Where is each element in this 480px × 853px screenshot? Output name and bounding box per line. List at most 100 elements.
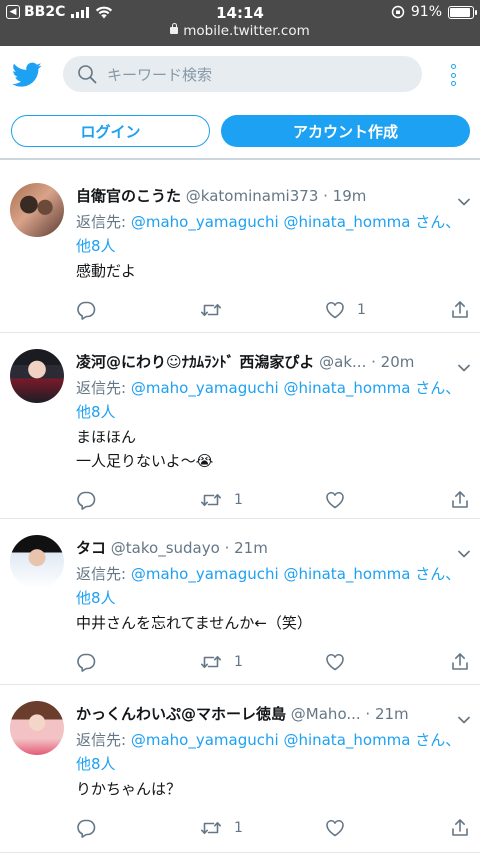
reply-others-link[interactable]: 他8人 [76, 237, 116, 255]
reply-prefix: 返信先: [76, 731, 127, 749]
reply-others-link[interactable]: 他8人 [76, 755, 116, 773]
login-button[interactable]: ログイン [11, 115, 210, 147]
avatar[interactable] [10, 535, 64, 589]
timestamp[interactable]: 21m [375, 705, 409, 723]
retweet-button[interactable] [200, 299, 234, 321]
retweet-icon [200, 652, 222, 672]
signup-button[interactable]: アカウント作成 [221, 115, 470, 147]
orientation-lock-icon [391, 5, 405, 19]
chevron-down-icon[interactable] [458, 191, 470, 206]
user-handle[interactable]: @Maho... [291, 705, 361, 723]
lock-icon [170, 23, 179, 34]
tweet-text-line: まほほん [76, 428, 137, 446]
battery-percent: 91% [410, 4, 442, 20]
browser-status-bar: ◀ BB2C 14:14 91% mobile.twitter.com [0, 0, 480, 46]
reply-button[interactable] [76, 299, 96, 321]
heart-icon [325, 652, 345, 672]
reply-icon [76, 300, 96, 320]
reply-button[interactable] [76, 817, 96, 839]
twitter-bird-icon[interactable] [12, 62, 42, 88]
reply-suffix: さん、 [415, 213, 461, 231]
heart-icon [325, 300, 345, 320]
reply-context: 返信先: @maho_yamaguchi @hinata_homma さん、 他8… [76, 562, 466, 610]
tweet-text-line: 一人足りないよ〜😭 [76, 452, 214, 470]
url-text: mobile.twitter.com [183, 23, 310, 39]
tweet-text: りかちゃんは？ [76, 777, 466, 801]
tweet-actions: 1 [76, 817, 468, 839]
reply-button[interactable] [76, 489, 96, 511]
tweet[interactable]: タコ @tako_sudayo · 21m 返信先: @maho_yamaguch… [0, 519, 480, 685]
retweet-button[interactable]: 1 [200, 651, 243, 673]
header-divider [0, 158, 480, 160]
tweet-header: タコ @tako_sudayo · 21m [76, 537, 450, 558]
user-handle[interactable]: @ak... [319, 353, 366, 371]
url-bar[interactable]: mobile.twitter.com [0, 23, 480, 39]
reply-prefix: 返信先: [76, 379, 127, 397]
search-input[interactable]: キーワード検索 [63, 56, 422, 92]
like-button[interactable] [325, 817, 357, 839]
retweet-icon [200, 818, 222, 838]
like-button[interactable] [325, 651, 357, 673]
mention-link[interactable]: @maho_yamaguchi [131, 565, 279, 583]
tweet-text-line: りかちゃんは？ [76, 780, 182, 798]
chevron-down-icon[interactable] [458, 709, 470, 724]
timestamp[interactable]: 21m [234, 539, 268, 557]
more-vertical-icon[interactable] [449, 64, 457, 86]
display-name[interactable]: 自衛官のこうた [76, 187, 181, 205]
share-icon [450, 652, 470, 672]
tweet-header: かっくんわいぷ@マホーレ徳島 @Maho... · 21m [76, 703, 450, 724]
reply-suffix: さん、 [415, 379, 461, 397]
reply-suffix: さん、 [415, 565, 461, 583]
tweet-text: まほほん一人足りないよ〜😭 [76, 425, 466, 473]
reply-suffix: さん、 [415, 731, 461, 749]
like-button[interactable] [325, 489, 357, 511]
timestamp[interactable]: 20m [381, 353, 415, 371]
user-handle[interactable]: @katominami373 [186, 187, 319, 205]
display-name[interactable]: タコ [76, 539, 106, 557]
tweet-text-line: 中井さんを忘れてませんか←（笑） [76, 614, 312, 632]
reply-others-link[interactable]: 他8人 [76, 403, 116, 421]
share-button[interactable] [450, 489, 470, 511]
mention-link[interactable]: @hinata_homma [283, 379, 410, 397]
avatar[interactable] [10, 183, 64, 237]
reply-button[interactable] [76, 651, 96, 673]
mention-link[interactable]: @maho_yamaguchi [131, 213, 279, 231]
reply-icon [76, 490, 96, 510]
tweet-text-line: 感動だよ [76, 262, 137, 280]
user-handle[interactable]: @tako_sudayo [111, 539, 220, 557]
mention-link[interactable]: @hinata_homma [283, 565, 410, 583]
retweet-button[interactable]: 1 [200, 817, 243, 839]
timestamp[interactable]: 19m [333, 187, 367, 205]
reply-prefix: 返信先: [76, 213, 127, 231]
avatar[interactable] [10, 349, 64, 403]
share-button[interactable] [450, 299, 470, 321]
display-name[interactable]: かっくんわいぷ@マホーレ徳島 [76, 705, 286, 723]
tweet-actions: 1 [76, 651, 468, 673]
tweet-text: 中井さんを忘れてませんか←（笑） [76, 611, 466, 635]
like-count: 1 [357, 302, 366, 318]
reply-others-link[interactable]: 他8人 [76, 589, 116, 607]
like-button[interactable]: 1 [325, 299, 366, 321]
tweet[interactable]: かっくんわいぷ@マホーレ徳島 @Maho... · 21m 返信先: @maho_… [0, 685, 480, 853]
search-icon [78, 65, 97, 84]
retweet-count: 1 [234, 654, 243, 670]
tweet[interactable]: 自衛官のこうた @katominami373 · 19m 返信先: @maho_y… [0, 167, 480, 333]
chevron-down-icon[interactable] [458, 357, 470, 372]
tweet-header: 自衛官のこうた @katominami373 · 19m [76, 185, 450, 206]
share-button[interactable] [450, 651, 470, 673]
mention-link[interactable]: @maho_yamaguchi [131, 731, 279, 749]
share-button[interactable] [450, 817, 470, 839]
display-name[interactable]: 凌河@にわり☺ﾅｶﾑﾗﾝﾄﾞ 西潟家ぴよ [76, 353, 314, 371]
chevron-down-icon[interactable] [458, 543, 470, 558]
reply-icon [76, 818, 96, 838]
share-icon [450, 300, 470, 320]
twitter-header: キーワード検索 ログイン アカウント作成 [0, 46, 480, 160]
mention-link[interactable]: @hinata_homma [283, 213, 410, 231]
mention-link[interactable]: @hinata_homma [283, 731, 410, 749]
avatar[interactable] [10, 701, 64, 755]
separator-dot: · [219, 539, 235, 557]
reply-context: 返信先: @maho_yamaguchi @hinata_homma さん、他8… [76, 728, 466, 776]
retweet-button[interactable]: 1 [200, 489, 243, 511]
tweet[interactable]: 凌河@にわり☺ﾅｶﾑﾗﾝﾄﾞ 西潟家ぴよ @ak... · 20m 返信先: @m… [0, 333, 480, 519]
mention-link[interactable]: @maho_yamaguchi [131, 379, 279, 397]
